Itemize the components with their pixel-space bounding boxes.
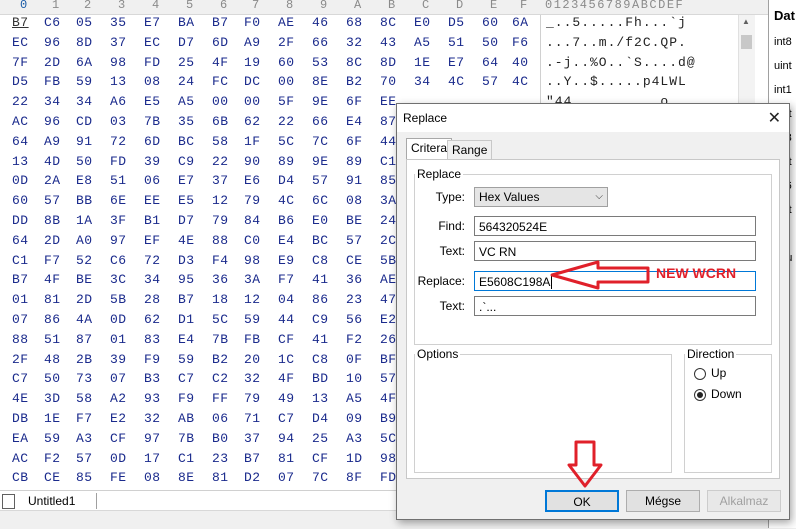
down-arrow-annotation [567,440,603,488]
left-arrow-annotation [550,260,650,290]
annotation-note: NEW WCRN [656,265,737,281]
annotation-overlay [550,260,650,488]
